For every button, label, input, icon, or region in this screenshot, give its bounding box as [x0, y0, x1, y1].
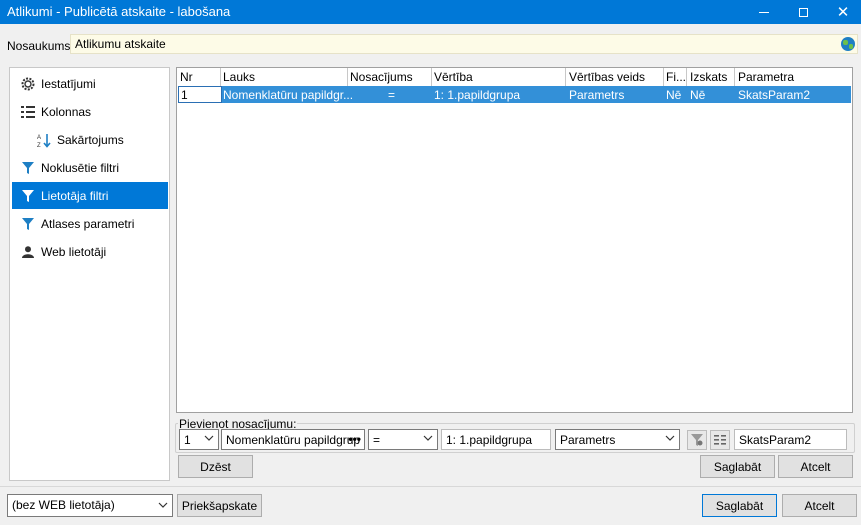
preview-button-label: Priekšapskate — [181, 498, 258, 513]
field-picker-value: Nomenklatūru papildgrup — [226, 433, 361, 447]
sidebar-item-default-filters[interactable]: Noklusētie filtri — [12, 154, 168, 181]
cancel-button-label: Atcelt — [804, 498, 835, 513]
delete-button[interactable]: Dzēst — [178, 455, 253, 478]
condition-cell[interactable]: = — [388, 88, 395, 102]
field-picker[interactable]: Nomenklatūru papildgrup ••• — [221, 429, 365, 450]
value-input-text: 1: 1.papildgrupa — [446, 433, 533, 447]
appearance-toggle-button[interactable] — [710, 430, 730, 450]
svg-text:Z: Z — [37, 143, 41, 148]
value-cell[interactable]: 1: 1.papildgrupa — [434, 88, 520, 102]
save-button-label: Saglabāt — [715, 498, 764, 513]
sidebar-item-label: Iestatījumi — [41, 76, 96, 91]
filter-icon — [18, 161, 38, 174]
sidebar-item-web-users[interactable]: Web lietotāji — [12, 238, 168, 265]
filter-toggle-button[interactable] — [687, 430, 707, 450]
list-options-icon — [714, 435, 726, 445]
close-icon: ✕ — [836, 3, 850, 21]
minimize-icon — [759, 11, 769, 13]
web-user-select-value: (bez WEB lietotāja) — [12, 498, 115, 512]
user-icon — [18, 245, 38, 258]
row-number-cell[interactable]: 1 — [178, 86, 222, 103]
chevron-down-icon — [423, 435, 433, 441]
column-header-value[interactable]: Vērtība — [434, 70, 473, 84]
window-title: Atlikumi - Publicētā atskaite - labošana — [7, 4, 231, 19]
delete-button-label: Dzēst — [200, 459, 231, 474]
sidebar-item-columns[interactable]: Kolonnas — [12, 98, 168, 125]
close-button[interactable]: ✕ — [820, 0, 861, 24]
column-header-fi[interactable]: Fi... — [666, 70, 686, 84]
nr-select-value: 1 — [184, 433, 191, 447]
operator-select[interactable]: = — [368, 429, 438, 450]
sidebar-item-label: Noklusētie filtri — [41, 160, 120, 175]
sidebar-item-label: Lietotāja filtri — [41, 188, 109, 203]
filter-icon — [18, 217, 38, 230]
preview-button[interactable]: Priekšapskate — [177, 494, 262, 517]
value-type-cell[interactable]: Parametrs — [569, 88, 624, 102]
parameter-name-text: SkatsParam2 — [739, 433, 812, 447]
chevron-down-icon — [158, 502, 168, 508]
column-header-value-type[interactable]: Vērtības veids — [569, 70, 645, 84]
inner-save-label: Saglabāt — [713, 459, 762, 474]
filter-icon — [18, 189, 38, 202]
value-type-select-value: Parametrs — [560, 433, 616, 447]
inner-cancel-button[interactable]: Atcelt — [778, 455, 853, 478]
nr-select[interactable]: 1 — [179, 429, 219, 450]
column-header-nr[interactable]: Nr — [180, 70, 193, 84]
sidebar-item-label: Kolonnas — [41, 104, 92, 119]
columns-icon — [18, 105, 38, 118]
footer-divider — [0, 486, 861, 487]
sidebar-item-label: Web lietotāji — [41, 244, 107, 259]
inner-cancel-label: Atcelt — [800, 459, 831, 474]
save-button[interactable]: Saglabāt — [702, 494, 777, 517]
sidebar-item-label: Atlases parametri — [41, 216, 135, 231]
sidebar-item-user-filters[interactable]: Lietotāja filtri — [12, 182, 168, 209]
sidebar-item-selection-parameters[interactable]: Atlases parametri — [12, 210, 168, 237]
field-cell[interactable]: Nomenklatūru papildgr... — [223, 88, 353, 102]
column-header-field[interactable]: Lauks — [223, 70, 255, 84]
settings-sidebar: Iestatījumi Kolonnas AZ Sakārtojums Nokl… — [9, 67, 170, 481]
chevron-down-icon — [204, 435, 214, 441]
inner-save-button[interactable]: Saglabāt — [700, 455, 775, 478]
column-header-appearance[interactable]: Izskats — [690, 70, 727, 84]
appearance-cell[interactable]: Nē — [690, 88, 705, 102]
chevron-down-icon — [665, 435, 675, 441]
report-name-input[interactable]: Atlikumu atskaite — [70, 34, 858, 54]
sidebar-item-settings[interactable]: Iestatījumi — [12, 70, 168, 97]
filter-user-icon — [691, 434, 703, 446]
title-bar: Atlikumi - Publicētā atskaite - labošana… — [0, 0, 861, 24]
table-row[interactable]: 1 Nomenklatūru papildgr... = 1: 1.papild… — [178, 86, 851, 103]
svg-text:A: A — [37, 135, 41, 141]
sidebar-item-label: Sakārtojums — [57, 132, 124, 147]
parameter-name-input[interactable]: SkatsParam2 — [734, 429, 847, 450]
more-options-icon[interactable]: ••• — [348, 432, 361, 446]
globe-icon[interactable] — [841, 37, 855, 51]
value-type-select[interactable]: Parametrs — [555, 429, 680, 450]
gear-icon — [18, 77, 38, 91]
sort-icon: AZ — [34, 132, 54, 148]
cancel-button[interactable]: Atcelt — [782, 494, 857, 517]
fi-cell[interactable]: Nē — [666, 88, 681, 102]
value-input[interactable]: 1: 1.papildgrupa — [441, 429, 551, 450]
parameter-name-cell[interactable]: SkatsParam2 — [738, 88, 810, 102]
sidebar-item-sorting[interactable]: AZ Sakārtojums — [12, 126, 168, 153]
operator-select-value: = — [373, 433, 381, 447]
column-header-condition[interactable]: Nosacījums — [350, 70, 413, 84]
table-header: Nr Lauks Nosacījums Vērtība Vērtības vei… — [177, 69, 852, 98]
web-user-select[interactable]: (bez WEB lietotāja) — [7, 494, 173, 517]
report-name-value: Atlikumu atskaite — [75, 37, 166, 51]
maximize-icon — [798, 7, 808, 17]
name-label: Nosaukums: — [7, 39, 74, 53]
conditions-table: Nr Lauks Nosacījums Vērtība Vērtības vei… — [176, 67, 853, 413]
